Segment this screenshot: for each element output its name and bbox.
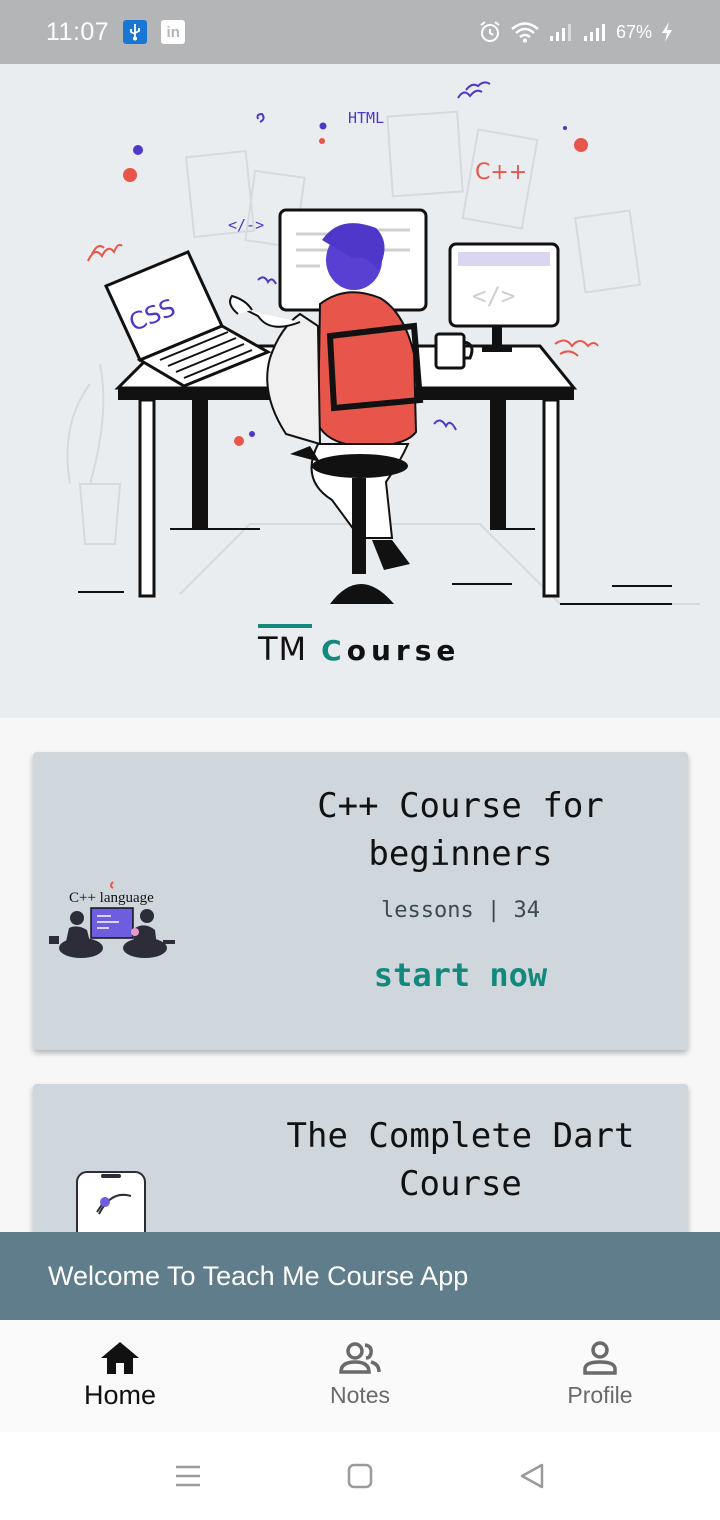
status-time: 11:07 <box>46 17 110 46</box>
nav-label-notes: Notes <box>329 1382 391 1408</box>
cpp-course-thumbnail: C++ language <box>47 880 177 964</box>
alarm-icon <box>480 21 500 42</box>
svg-text:</->: </-> <box>228 216 264 234</box>
svg-text:C++: C++ <box>475 160 527 185</box>
course-title-line1: The Complete Dart <box>286 1116 635 1156</box>
app-logo: TM Course <box>258 624 460 668</box>
nav-item-home[interactable]: Home <box>0 1320 240 1432</box>
system-navigation-bar <box>0 1432 720 1520</box>
logo-accent-bar <box>258 624 312 628</box>
course-title: C++ Course for beginners <box>233 782 688 878</box>
developer-illustration: HTML C++ </-> CSS </> <box>66 81 700 605</box>
usb-icon <box>123 20 148 44</box>
system-back-button[interactable] <box>446 1462 618 1490</box>
people-icon <box>339 1342 381 1374</box>
course-title-line2: beginners <box>368 834 553 874</box>
wifi-icon <box>511 22 539 43</box>
course-title-line2: Course <box>399 1164 522 1204</box>
recent-apps-button[interactable] <box>102 1464 274 1488</box>
battery-charging-icon <box>662 22 672 42</box>
cpp-thumb-label: C++ language <box>69 890 154 906</box>
snackbar-message: Welcome To Teach Me Course App <box>48 1260 469 1291</box>
course-card-cpp[interactable]: C++ language C++ Course for beginners le… <box>33 752 688 1050</box>
person-icon <box>583 1341 617 1375</box>
menu-icon <box>176 1465 200 1487</box>
status-left: 11:07 in <box>46 17 186 47</box>
svg-text:HTML: HTML <box>348 109 384 127</box>
status-right: 67% <box>478 20 674 44</box>
signal-icon <box>549 24 571 41</box>
nav-label-profile: Profile <box>567 1382 633 1408</box>
home-icon <box>101 1342 139 1374</box>
status-bar: 11:07 in 67% <box>0 0 720 64</box>
bottom-navigation: Home Notes Profile <box>0 1320 720 1432</box>
home-square-icon <box>347 1463 373 1489</box>
back-icon <box>520 1463 544 1489</box>
logo-tm: TM <box>258 630 308 668</box>
logo-course: Course <box>321 634 460 667</box>
logo-course-rest: ourse <box>346 634 461 667</box>
logo-course-initial: C <box>321 634 347 667</box>
nav-label-home: Home <box>83 1380 157 1410</box>
start-now-button[interactable]: start now <box>233 956 688 994</box>
nav-item-profile[interactable]: Profile <box>480 1320 720 1432</box>
signal-icon <box>583 24 605 41</box>
course-title: The Complete Dart Course <box>233 1112 688 1208</box>
nav-item-notes[interactable]: Notes <box>240 1320 480 1432</box>
lessons-count: lessons | 34 <box>381 898 540 923</box>
linkedin-icon: in <box>161 20 186 44</box>
dart-course-thumbnail <box>75 1170 147 1273</box>
welcome-snackbar: Welcome To Teach Me Course App <box>0 1232 720 1320</box>
svg-text:</>: </> <box>472 282 515 310</box>
battery-percent: 67% <box>615 21 652 42</box>
course-title-line1: C++ Course for <box>317 786 604 826</box>
hero-banner: HTML C++ </-> CSS </> TM Course <box>0 64 720 718</box>
system-home-button[interactable] <box>274 1462 446 1490</box>
